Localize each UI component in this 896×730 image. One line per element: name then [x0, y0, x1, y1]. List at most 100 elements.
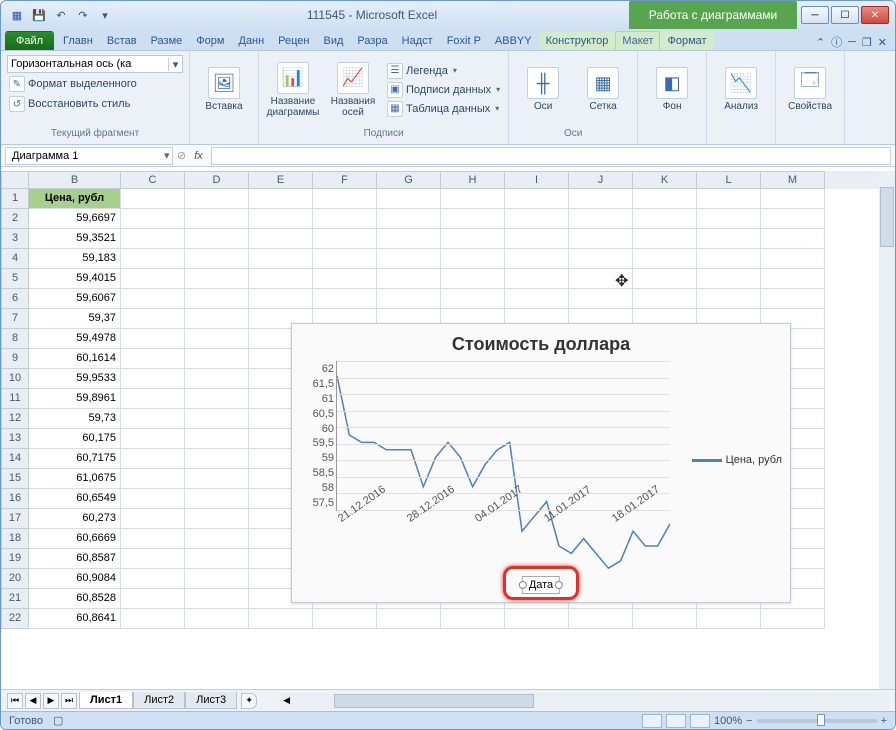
cell[interactable]: [441, 289, 505, 309]
cell[interactable]: [249, 269, 313, 289]
cell[interactable]: 59,4015: [29, 269, 121, 289]
tab-Формат[interactable]: Формат: [660, 31, 713, 50]
tab-Главн[interactable]: Главн: [56, 31, 100, 50]
cell[interactable]: [313, 269, 377, 289]
cell[interactable]: 59,183: [29, 249, 121, 269]
cell[interactable]: [249, 209, 313, 229]
sheet-tab[interactable]: Лист3: [185, 692, 237, 709]
cell[interactable]: [761, 609, 825, 629]
cell[interactable]: [249, 249, 313, 269]
row-header[interactable]: 7: [1, 309, 29, 329]
cell[interactable]: 59,9533: [29, 369, 121, 389]
row-header[interactable]: 20: [1, 569, 29, 589]
cell[interactable]: 59,3521: [29, 229, 121, 249]
save-icon[interactable]: 💾: [29, 5, 49, 25]
chevron-down-icon[interactable]: ▾: [168, 58, 182, 71]
row-header[interactable]: 22: [1, 609, 29, 629]
cell[interactable]: [121, 189, 185, 209]
cell[interactable]: [185, 229, 249, 249]
cell[interactable]: [121, 249, 185, 269]
row-header[interactable]: 21: [1, 589, 29, 609]
data-labels-button[interactable]: ▣Подписи данных▾: [385, 81, 502, 99]
undo-icon[interactable]: ↶: [51, 5, 71, 25]
cell[interactable]: [185, 409, 249, 429]
view-normal-button[interactable]: [642, 714, 662, 728]
tab-Форм[interactable]: Форм: [189, 31, 231, 50]
format-selection-button[interactable]: ✎Формат выделенного: [7, 75, 139, 93]
legend-button[interactable]: ☰Легенда▾: [385, 62, 502, 80]
cell[interactable]: [441, 189, 505, 209]
cell[interactable]: [185, 289, 249, 309]
row-header[interactable]: 19: [1, 549, 29, 569]
cell[interactable]: 60,8587: [29, 549, 121, 569]
row-header[interactable]: 12: [1, 409, 29, 429]
cell[interactable]: [121, 289, 185, 309]
cell[interactable]: [697, 229, 761, 249]
name-box[interactable]: ▾: [5, 147, 173, 165]
cell[interactable]: [121, 429, 185, 449]
cell[interactable]: [377, 269, 441, 289]
row-header[interactable]: 11: [1, 389, 29, 409]
cell[interactable]: [185, 549, 249, 569]
cell[interactable]: [185, 389, 249, 409]
row-header[interactable]: 8: [1, 329, 29, 349]
cell[interactable]: [121, 549, 185, 569]
cell[interactable]: [121, 229, 185, 249]
row-header[interactable]: 1: [1, 189, 29, 209]
cell[interactable]: [569, 249, 633, 269]
background-button[interactable]: ◧Фон: [644, 65, 700, 114]
chart-title-button[interactable]: 📊Название диаграммы: [265, 60, 321, 120]
axis-titles-button[interactable]: 📈Названия осей: [325, 60, 381, 120]
cell[interactable]: [185, 269, 249, 289]
redo-icon[interactable]: ↷: [73, 5, 93, 25]
cell[interactable]: 60,6669: [29, 529, 121, 549]
cell[interactable]: [761, 269, 825, 289]
cell[interactable]: [505, 269, 569, 289]
cell[interactable]: [313, 189, 377, 209]
chevron-down-icon[interactable]: ▾: [160, 149, 174, 162]
cell[interactable]: [441, 269, 505, 289]
row-header[interactable]: 14: [1, 449, 29, 469]
cell[interactable]: [505, 189, 569, 209]
cell[interactable]: [697, 189, 761, 209]
gridlines-button[interactable]: ▦Сетка: [575, 65, 631, 114]
chart-element-selector[interactable]: ▾: [7, 55, 183, 73]
cell[interactable]: [377, 189, 441, 209]
row-header[interactable]: 4: [1, 249, 29, 269]
cell[interactable]: [505, 229, 569, 249]
cell[interactable]: 61,0675: [29, 469, 121, 489]
cell[interactable]: [121, 489, 185, 509]
cell[interactable]: [441, 209, 505, 229]
cell[interactable]: [121, 609, 185, 629]
doc-minimize-icon[interactable]: ─: [848, 36, 856, 48]
cell[interactable]: [249, 289, 313, 309]
cell[interactable]: [185, 329, 249, 349]
row-header[interactable]: 18: [1, 529, 29, 549]
cell[interactable]: [121, 509, 185, 529]
sheet-tab[interactable]: Лист2: [133, 692, 185, 709]
cell[interactable]: [697, 289, 761, 309]
cell[interactable]: [185, 429, 249, 449]
column-header[interactable]: B: [29, 171, 121, 189]
cell[interactable]: [121, 389, 185, 409]
cell[interactable]: 59,37: [29, 309, 121, 329]
cell[interactable]: [761, 229, 825, 249]
cell[interactable]: [377, 289, 441, 309]
cell[interactable]: [185, 589, 249, 609]
cell[interactable]: [505, 249, 569, 269]
cell[interactable]: 59,6067: [29, 289, 121, 309]
cell[interactable]: 60,7175: [29, 449, 121, 469]
cell[interactable]: [185, 209, 249, 229]
row-header[interactable]: 9: [1, 349, 29, 369]
cell[interactable]: [377, 209, 441, 229]
cell[interactable]: [569, 189, 633, 209]
cell[interactable]: [441, 249, 505, 269]
row-header[interactable]: 17: [1, 509, 29, 529]
cell[interactable]: [185, 349, 249, 369]
tab-Встав[interactable]: Встав: [100, 31, 144, 50]
properties-button[interactable]: 🗔Свойства: [782, 65, 838, 114]
cell[interactable]: [313, 209, 377, 229]
cell[interactable]: [761, 189, 825, 209]
cell[interactable]: 60,273: [29, 509, 121, 529]
tab-Foxit P[interactable]: Foxit P: [440, 31, 488, 50]
